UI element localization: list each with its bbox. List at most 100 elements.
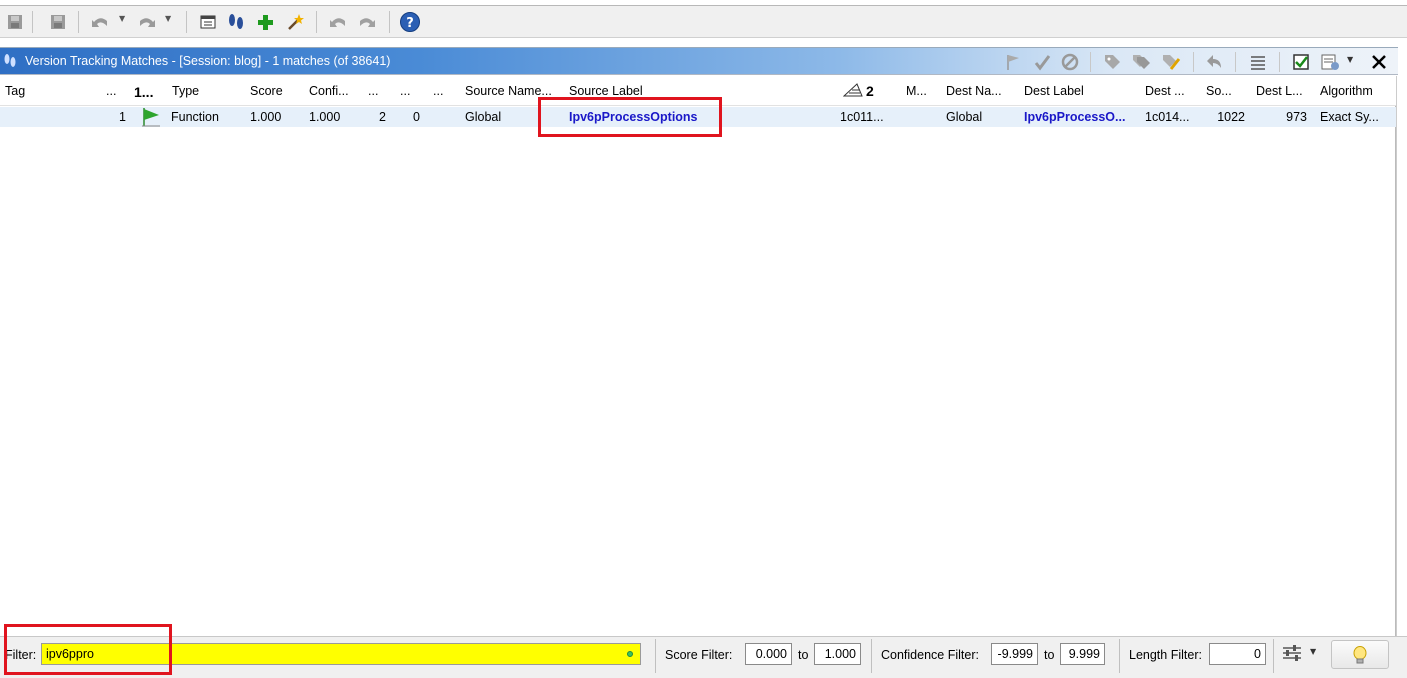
redo-gray-icon[interactable] — [355, 10, 379, 34]
length-input[interactable]: 0 — [1209, 643, 1266, 665]
add-icon[interactable] — [253, 10, 277, 34]
cell-dest-namespace: Global — [946, 110, 983, 124]
toolbar-separator — [186, 11, 187, 33]
panel-title-bar: Version Tracking Matches - [Session: blo… — [0, 47, 1398, 75]
hint-button[interactable] — [1331, 640, 1389, 669]
source-label-highlight — [538, 97, 722, 137]
header-dest-length[interactable]: Dest L... — [1256, 84, 1303, 98]
header-confidence[interactable]: Confi... — [309, 84, 349, 98]
close-icon[interactable] — [1368, 51, 1390, 73]
list-icon[interactable] — [1247, 51, 1269, 73]
filter-bar: Filter: ipv6ppro Score Filter: 0.000 to … — [0, 636, 1407, 678]
cell-dest-address: 1c014... — [1145, 110, 1190, 124]
tag-icon[interactable] — [1101, 51, 1123, 73]
save-as-icon[interactable] — [46, 10, 70, 34]
cell-algorithm: Exact Sy... — [1320, 110, 1379, 124]
vertical-scrollbar[interactable] — [1396, 76, 1407, 636]
config-icon[interactable] — [1319, 51, 1341, 73]
header-col3-label: 1... — [134, 84, 154, 100]
tags-icon[interactable] — [1130, 51, 1152, 73]
checkbox-icon[interactable] — [1290, 51, 1312, 73]
undo-icon[interactable] — [88, 10, 112, 34]
cell-c8: 0 — [413, 110, 420, 124]
header-source-length[interactable]: So... — [1206, 84, 1232, 98]
toolbar-separator — [32, 11, 33, 33]
check-icon[interactable] — [1031, 51, 1053, 73]
save-icon[interactable] — [3, 10, 27, 34]
confidence-filter-label: Confidence Filter: — [881, 648, 979, 662]
score-max-value: 1.000 — [824, 647, 856, 661]
toolbar-separator — [78, 11, 79, 33]
cell-source-address: 1c011... — [840, 110, 884, 124]
confidence-max-value: 9.999 — [1068, 647, 1100, 661]
length-value: 0 — [1254, 647, 1261, 661]
main-toolbar: ▼ ▼ ? — [0, 6, 1407, 38]
cell-dest-length: 973 — [1286, 110, 1307, 124]
header-source-namespace[interactable]: Source Name... — [465, 84, 552, 98]
sort-icon — [842, 81, 863, 100]
redo-dropdown-icon[interactable]: ▼ — [165, 14, 171, 23]
confidence-max-input[interactable]: 9.999 — [1060, 643, 1105, 665]
toolbar-separator — [316, 11, 317, 33]
header-col9[interactable]: ... — [433, 84, 443, 98]
header-algorithm[interactable]: Algorithm — [1320, 84, 1373, 98]
header-dest-address[interactable]: Dest ... — [1145, 84, 1185, 98]
footprints-icon[interactable] — [224, 10, 248, 34]
cell-source-length: 1022 — [1217, 110, 1245, 124]
header-source-address[interactable]: 2 — [866, 83, 874, 99]
header-col8[interactable]: ... — [400, 84, 410, 98]
reject-icon[interactable] — [1059, 51, 1081, 73]
cell-dest-label[interactable]: Ipv6pProcessO... — [1024, 110, 1125, 124]
edit-tag-icon[interactable] — [1160, 51, 1182, 73]
revert-icon[interactable] — [1203, 51, 1225, 73]
cell-index: 1 — [119, 110, 126, 124]
score-min-input[interactable]: 0.000 — [745, 643, 792, 665]
footprints-icon — [2, 53, 18, 69]
header-dest-label[interactable]: Dest Label — [1024, 84, 1084, 98]
filter-status-icon — [627, 651, 633, 657]
score-min-value: 0.000 — [755, 647, 787, 661]
length-filter-label: Length Filter: — [1129, 648, 1202, 662]
title-separator — [1235, 52, 1236, 72]
cell-type: Function — [171, 110, 219, 124]
help-icon[interactable]: ? — [398, 10, 422, 34]
header-dest-namespace[interactable]: Dest Na... — [946, 84, 1002, 98]
panel-title: Version Tracking Matches - [Session: blo… — [25, 54, 391, 68]
redo-icon[interactable] — [135, 10, 159, 34]
header-col2[interactable]: ... — [106, 84, 116, 98]
header-col3[interactable]: 1... — [134, 84, 153, 100]
config-dropdown-icon[interactable]: ▼ — [1347, 55, 1353, 64]
score-max-input[interactable]: 1.000 — [814, 643, 861, 665]
filter-separator — [655, 639, 656, 673]
filter-highlight — [4, 624, 172, 675]
title-separator — [1090, 52, 1091, 72]
cell-source-namespace: Global — [465, 110, 502, 124]
header-col7[interactable]: ... — [368, 84, 378, 98]
header-type[interactable]: Type — [172, 84, 199, 98]
cell-confidence: 1.000 — [309, 110, 341, 124]
confidence-to-label: to — [1044, 648, 1055, 662]
filter-separator — [1119, 639, 1120, 673]
wand-icon[interactable] — [283, 10, 307, 34]
undo-gray-icon[interactable] — [326, 10, 350, 34]
cell-score: 1.000 — [250, 110, 282, 124]
score-filter-label: Score Filter: — [665, 648, 733, 662]
filter-separator — [871, 639, 872, 673]
flag-icon — [140, 107, 162, 130]
flag-icon[interactable] — [1002, 51, 1024, 73]
title-separator — [1193, 52, 1194, 72]
cell-c7: 2 — [379, 110, 386, 124]
header-tag[interactable]: Tag — [5, 84, 25, 98]
confidence-min-input[interactable]: -9.999 — [991, 643, 1038, 665]
undo-dropdown-icon[interactable]: ▼ — [119, 14, 125, 23]
confidence-min-value: -9.999 — [997, 647, 1033, 661]
title-separator — [1279, 52, 1280, 72]
filter-options-icon[interactable] — [1282, 645, 1302, 664]
header-score[interactable]: Score — [250, 84, 283, 98]
matches-table[interactable]: Tag ... 1... Type Score Confi... ... ...… — [0, 76, 1396, 636]
window-icon[interactable] — [196, 10, 220, 34]
filter-options-dropdown-icon[interactable]: ▼ — [1310, 647, 1316, 656]
header-source-label[interactable]: Source Label — [569, 84, 643, 98]
header-col13[interactable]: M... — [906, 84, 927, 98]
toolbar-separator — [389, 11, 390, 33]
